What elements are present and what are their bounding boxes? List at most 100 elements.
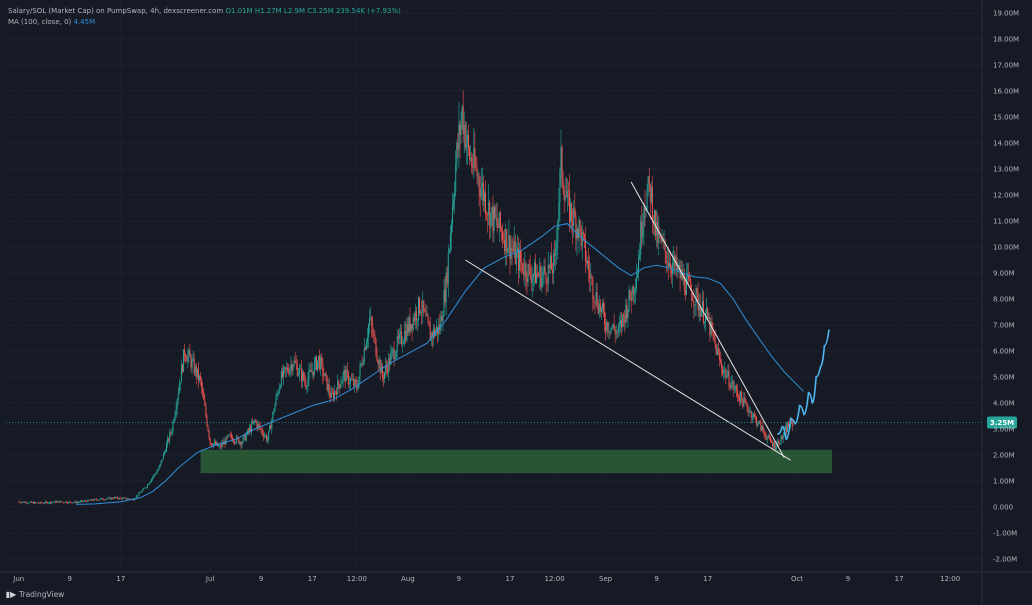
candle-body	[733, 388, 735, 390]
candle-body	[67, 502, 69, 504]
candle-body	[484, 192, 486, 214]
candle-body	[546, 282, 548, 284]
candle-body	[695, 288, 697, 305]
candle-body	[542, 272, 544, 277]
candle-body	[115, 497, 117, 498]
candle-body	[547, 264, 549, 284]
candle-body	[334, 391, 336, 399]
candle-body	[756, 417, 758, 425]
x-tick-label: 9	[654, 575, 658, 583]
candle-body	[349, 379, 351, 384]
candle-body	[80, 500, 82, 502]
y-tick-label: 13.00M	[993, 166, 1019, 174]
candle-body	[207, 425, 209, 431]
candle-body	[177, 393, 179, 400]
candle-body	[458, 124, 460, 149]
candle-body	[296, 364, 298, 376]
candle-body	[408, 317, 410, 333]
candle-body	[689, 278, 691, 280]
candle-body	[37, 502, 39, 504]
candle-body	[613, 324, 615, 330]
candle-body	[111, 497, 113, 499]
candle-body	[381, 365, 383, 378]
candle-body	[473, 147, 475, 168]
candle-body	[792, 421, 794, 427]
candle-body	[454, 191, 456, 201]
candle-body	[503, 239, 505, 240]
candle-body	[573, 207, 575, 227]
candle-body	[406, 324, 408, 341]
chart-legend: Salary/SOL (Market Cap) on PumpSwap, 4h,…	[8, 6, 401, 28]
legend-ma-row[interactable]: MA (100, close, 0) 4.45M	[8, 17, 401, 28]
candle-body	[365, 342, 367, 350]
candle-body	[355, 379, 357, 383]
candle-body	[360, 363, 362, 366]
candle-body	[574, 207, 576, 217]
candle-body	[155, 473, 157, 475]
candle-body	[739, 397, 741, 402]
candle-body	[750, 411, 752, 418]
candle-body	[466, 135, 468, 143]
candle-body	[263, 435, 265, 437]
candle-body	[105, 499, 107, 500]
candle-body	[759, 421, 761, 422]
candle-body	[315, 357, 317, 370]
candle-body	[587, 260, 589, 264]
candle-body	[395, 351, 397, 357]
candle-body	[195, 366, 197, 377]
chart-root: 3.25M 19.00M 18.00M 17.00M 16.00M 15.00M 14.0…	[0, 0, 1032, 605]
candle-body	[90, 499, 92, 501]
candle-body	[637, 273, 639, 278]
candle-body	[166, 443, 168, 452]
candle-body	[306, 387, 308, 388]
candle-body	[160, 460, 162, 464]
candle-body	[25, 502, 27, 504]
x-tick-label: 12:00	[347, 575, 367, 583]
candle-body	[97, 499, 99, 501]
candle-body	[762, 425, 764, 431]
candle-body	[420, 312, 422, 314]
candle-body	[741, 391, 743, 400]
candle-body	[647, 176, 649, 192]
candle-body	[455, 163, 457, 192]
candle-body	[158, 466, 160, 470]
candle-body	[235, 442, 237, 443]
candle-body	[33, 502, 35, 504]
candle-body	[731, 381, 733, 384]
candle-body	[95, 499, 97, 500]
y-tick-label: 16.00M	[993, 88, 1019, 96]
candle-body	[597, 306, 599, 314]
candle-body	[93, 499, 95, 501]
candle-body	[140, 492, 142, 493]
candle-body	[20, 502, 22, 504]
candle-body	[718, 352, 720, 360]
candle-body	[377, 360, 379, 365]
candle-body	[483, 192, 485, 201]
candle-body	[719, 359, 721, 363]
candle-body	[292, 365, 294, 371]
x-tick-label: 17	[895, 575, 904, 583]
candle-body	[524, 263, 526, 276]
x-tick-label: 17	[703, 575, 712, 583]
candle-body	[657, 221, 659, 243]
candle-body	[154, 474, 156, 475]
candle-body	[99, 499, 101, 501]
price-chart[interactable]: 3.25M 19.00M18.00M17.00M16.00M15.00M14.0…	[0, 0, 1032, 605]
candle-body	[551, 269, 553, 274]
candle-body	[558, 202, 560, 222]
candle-body	[763, 430, 765, 433]
y-tick-label: 7.00M	[993, 322, 1015, 330]
tradingview-branding[interactable]: ▮▶ TradingView	[6, 590, 65, 599]
candle-body	[128, 498, 130, 500]
candle-body	[363, 347, 365, 362]
candle-body	[295, 362, 297, 365]
candle-body	[643, 208, 645, 227]
candle-body	[769, 437, 771, 442]
candle-body	[376, 355, 378, 361]
candle-body	[280, 371, 282, 387]
candle-body	[732, 381, 734, 390]
candle-body	[190, 356, 192, 368]
candle-body	[634, 288, 636, 291]
candle-body	[651, 187, 653, 223]
candle-body	[764, 432, 766, 437]
